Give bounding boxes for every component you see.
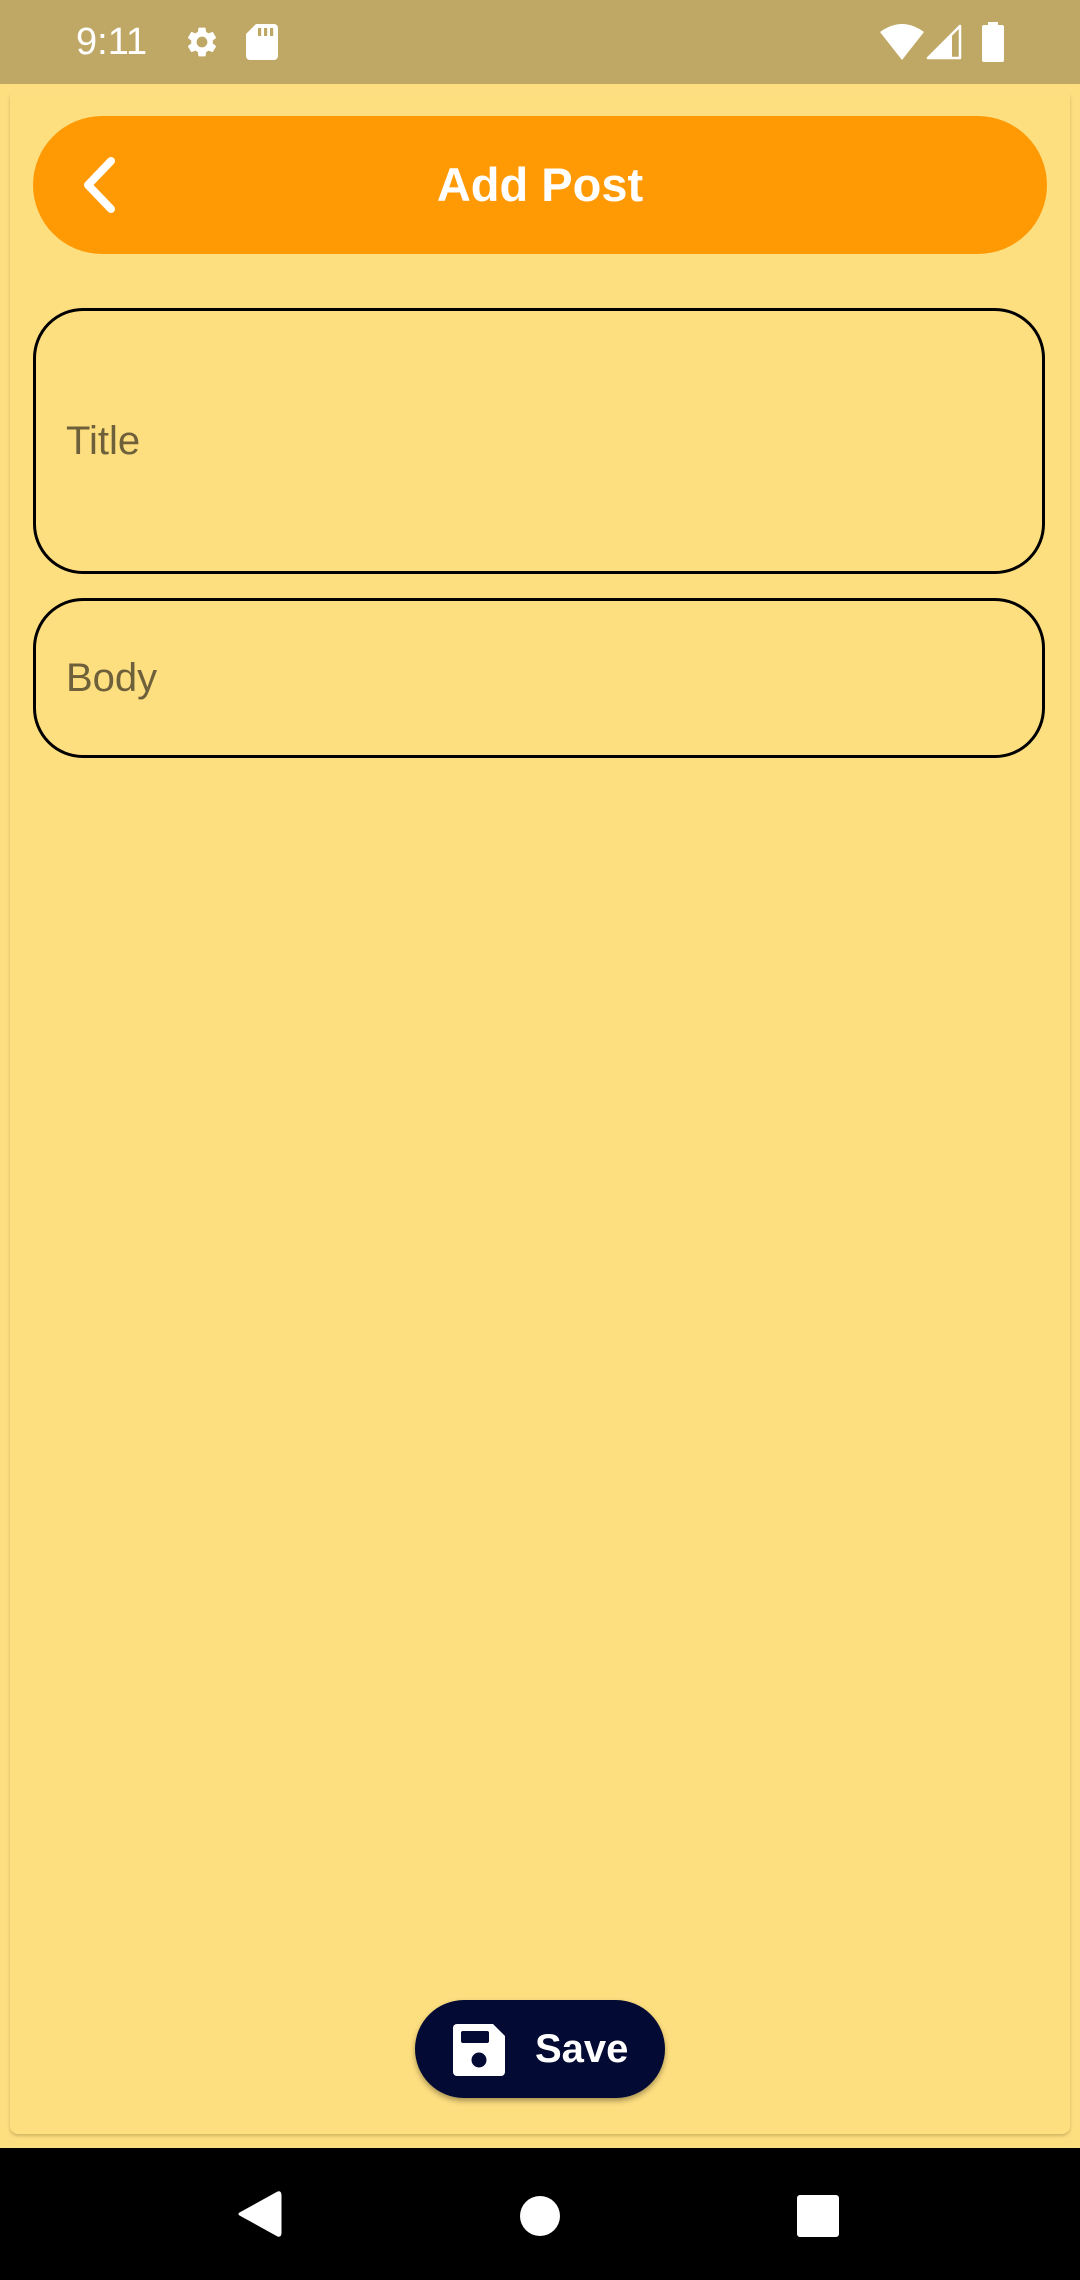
sd-card-icon bbox=[246, 24, 278, 60]
home-circle-icon[interactable] bbox=[519, 2195, 561, 2237]
status-bar: 9:11 bbox=[0, 0, 1080, 84]
chevron-left-icon bbox=[84, 157, 115, 213]
back-triangle-icon[interactable] bbox=[236, 2189, 282, 2239]
title-input[interactable] bbox=[33, 308, 1045, 574]
wifi-icon bbox=[880, 24, 924, 60]
status-time: 9:11 bbox=[76, 21, 148, 63]
back-button[interactable] bbox=[57, 140, 147, 230]
save-button[interactable]: Save bbox=[415, 2000, 665, 2098]
gear-icon bbox=[187, 27, 217, 57]
recents-square-icon[interactable] bbox=[797, 2195, 839, 2237]
app-bar: Add Post bbox=[33, 116, 1047, 254]
cellular-signal-icon bbox=[926, 24, 962, 60]
page-title: Add Post bbox=[436, 158, 644, 211]
body-input[interactable] bbox=[33, 598, 1045, 758]
save-label: Save bbox=[535, 2027, 629, 2071]
app-content: Add Post Save bbox=[0, 84, 1080, 2148]
navigation-bar bbox=[0, 2148, 1080, 2280]
battery-icon bbox=[982, 22, 1004, 62]
floppy-disk-icon bbox=[453, 2024, 505, 2076]
